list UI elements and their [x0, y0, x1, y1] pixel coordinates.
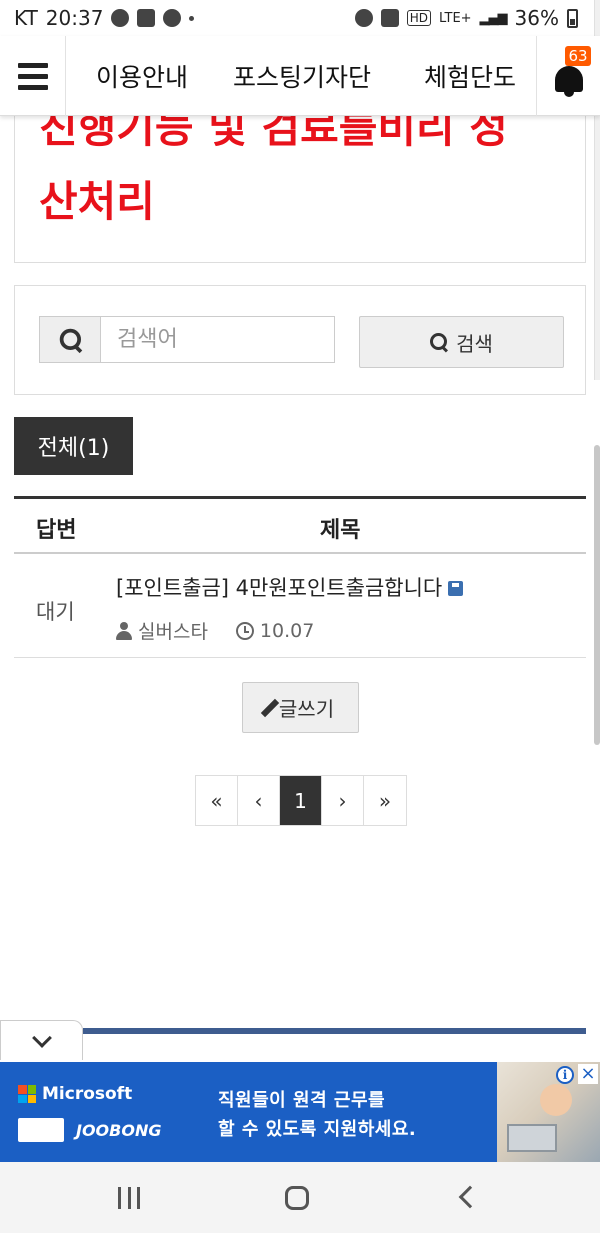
- column-header-answer: 답변: [36, 518, 77, 543]
- hd-voice-icon: HD: [406, 10, 432, 26]
- write-button-label: 글쓰기: [278, 697, 335, 721]
- time-label: 20:37: [45, 6, 104, 30]
- post-meta: 실버스타 10.07: [116, 617, 314, 644]
- more-notifications-icon: [189, 15, 195, 21]
- nav-link-experience[interactable]: 체험단도: [424, 58, 516, 94]
- carrier-label: KT: [14, 6, 38, 30]
- tab-all[interactable]: 전체(1): [14, 417, 133, 475]
- partner-logos: JOOBONG: [18, 1118, 161, 1142]
- ad-photo-laptop: [507, 1124, 557, 1152]
- search-icon: [59, 328, 82, 351]
- nav-link-reporters[interactable]: 포스팅기자단: [233, 58, 371, 94]
- page-next-button[interactable]: ›: [322, 776, 364, 825]
- save-icon: [448, 581, 464, 596]
- notification-badge: 63: [565, 46, 591, 66]
- ad-info-icon[interactable]: i: [556, 1066, 574, 1084]
- ad-frame-top-border: [83, 1028, 586, 1034]
- ad-banner[interactable]: Microsoft JOOBONG 직원들이 원격 근무를 할 수 있도록 지원…: [0, 1062, 600, 1162]
- collapse-ad-button[interactable]: [0, 1020, 83, 1060]
- recent-apps-icon[interactable]: [118, 1187, 140, 1209]
- search-addon: [39, 316, 101, 363]
- clock-icon: [235, 621, 254, 640]
- status-bar: KT 20:37 HD LTE+ ▂▄▆ 36%: [0, 0, 600, 36]
- table-top-border: [14, 496, 586, 499]
- answer-status: 대기: [36, 600, 75, 624]
- user-icon: [116, 621, 132, 640]
- page-last-button[interactable]: »: [364, 776, 406, 825]
- write-button[interactable]: 글쓰기: [242, 682, 359, 733]
- search-button[interactable]: 검색: [359, 316, 564, 368]
- column-header-title: 제목: [320, 518, 361, 543]
- ad-close-icon[interactable]: ×: [578, 1064, 598, 1084]
- pagination: « ‹ 1 › »: [195, 775, 407, 826]
- ad-copy: 직원들이 원격 근무를 할 수 있도록 지원하세요.: [218, 1086, 416, 1144]
- battery-icon: [567, 8, 578, 28]
- intel-logo-icon: [18, 1118, 64, 1142]
- chevron-down-icon: [31, 1027, 52, 1048]
- page-title-line2: 산처리: [39, 177, 155, 226]
- pencil-icon: [260, 698, 280, 717]
- hamburger-menu-icon[interactable]: [0, 36, 66, 116]
- microsoft-logo-icon: [18, 1085, 36, 1103]
- mute-icon: [380, 9, 399, 27]
- talk-notification-icon: [111, 9, 130, 27]
- top-navigation: 이용안내 포스팅기자단 체험단도 63: [0, 36, 600, 116]
- microsoft-brand: Microsoft: [18, 1084, 132, 1104]
- page-scrollbar-thumb[interactable]: [594, 445, 600, 745]
- post-date: 10.07: [259, 619, 315, 642]
- signal-icon: ▂▄▆: [479, 10, 508, 26]
- post-title-link[interactable]: [포인트출금] 4만원포인트출금합니다: [116, 572, 464, 602]
- alarm-icon: [354, 9, 373, 27]
- post-author: 실버스타: [138, 621, 208, 643]
- search-input[interactable]: [100, 316, 335, 363]
- post-title-text: [포인트출금] 4만원포인트출금합니다: [116, 576, 443, 600]
- nav-link-guide[interactable]: 이용안내: [96, 58, 188, 94]
- search-button-label: 검색: [456, 331, 493, 356]
- table-row[interactable]: 대기 [포인트출금] 4만원포인트출금합니다 실버스타 10.07: [14, 554, 586, 658]
- search-icon: [430, 333, 448, 351]
- microsoft-label: Microsoft: [42, 1084, 133, 1104]
- app-notification-icon: [163, 9, 182, 27]
- page-first-button[interactable]: «: [196, 776, 238, 825]
- ad-photo-person: [540, 1084, 572, 1116]
- bell-icon: [555, 66, 583, 97]
- band-notification-icon: [137, 9, 156, 27]
- partner-label: JOOBONG: [76, 1120, 162, 1140]
- system-navigation-bar: [0, 1162, 600, 1233]
- ad-copy-line2: 할 수 있도록 지원하세요.: [218, 1119, 417, 1140]
- back-icon[interactable]: [458, 1185, 482, 1209]
- ad-copy-line1: 직원들이 원격 근무를: [218, 1090, 386, 1111]
- search-panel: 검색: [14, 285, 586, 395]
- notification-button[interactable]: 63: [536, 36, 600, 116]
- page-prev-button[interactable]: ‹: [238, 776, 280, 825]
- battery-percent: 36%: [514, 6, 559, 30]
- home-icon[interactable]: [285, 1186, 309, 1210]
- page-current-button[interactable]: 1: [280, 776, 322, 825]
- network-label: LTE+: [439, 10, 472, 26]
